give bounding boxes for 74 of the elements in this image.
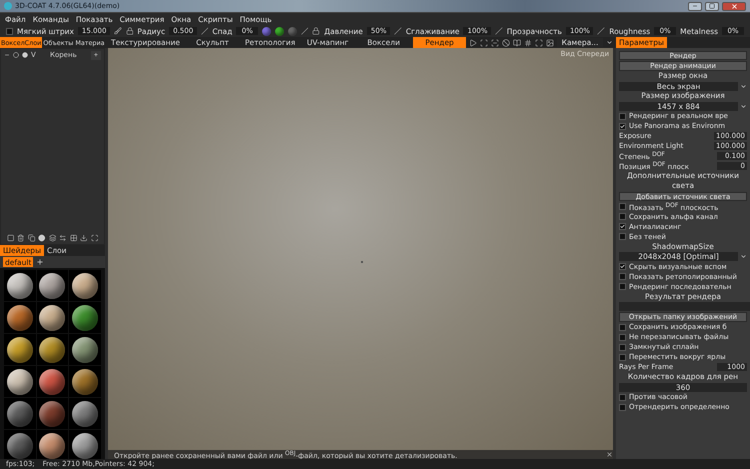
close-icon — [730, 2, 738, 10]
shader-sphere[interactable] — [6, 432, 33, 458]
dropdown-caret-icon[interactable] — [740, 253, 747, 260]
checkbox[interactable] — [619, 344, 626, 350]
play-icon[interactable] — [468, 38, 477, 46]
circle-icon[interactable] — [13, 52, 19, 58]
grid-icon[interactable] — [70, 234, 78, 242]
checkbox[interactable] — [619, 354, 626, 360]
lock-icon[interactable] — [126, 27, 134, 35]
shader-sphere[interactable] — [39, 304, 66, 330]
shader-sphere[interactable] — [39, 432, 66, 458]
dropdown-caret-icon[interactable] — [740, 102, 747, 110]
shader-sphere[interactable] — [6, 368, 33, 394]
square-icon[interactable] — [7, 234, 14, 242]
checkbox[interactable] — [619, 203, 626, 210]
checkbox[interactable] — [619, 112, 626, 120]
dropdown-caret-icon[interactable] — [606, 39, 613, 46]
checkbox[interactable] — [619, 233, 626, 240]
app-logo-icon — [4, 2, 12, 10]
image-icon[interactable] — [546, 38, 554, 46]
minimize-button[interactable] — [688, 2, 702, 10]
shader-sphere[interactable] — [39, 368, 66, 394]
maximize-button[interactable] — [705, 2, 719, 10]
layers-icon[interactable] — [48, 234, 56, 242]
shader-sphere[interactable] — [72, 304, 98, 330]
checkbox[interactable] — [619, 394, 626, 400]
checkbox[interactable] — [619, 283, 626, 290]
shader-sphere[interactable] — [72, 336, 98, 362]
circle-icon[interactable] — [38, 234, 46, 242]
line-icon[interactable] — [300, 27, 308, 35]
scan-icon[interactable] — [490, 38, 499, 46]
grid-icon[interactable] — [524, 38, 532, 46]
arrows-icon[interactable] — [59, 234, 67, 242]
brush-icon[interactable] — [114, 27, 122, 35]
collapse-icon[interactable] — [4, 52, 10, 58]
line-icon[interactable] — [394, 27, 402, 35]
shader-sphere[interactable] — [6, 336, 33, 362]
line-icon[interactable] — [200, 27, 208, 35]
lock-icon[interactable] — [312, 27, 320, 35]
ban-icon[interactable] — [502, 38, 510, 46]
close-icon[interactable] — [606, 451, 613, 458]
trash-icon[interactable] — [17, 234, 25, 242]
copy-icon[interactable] — [28, 234, 36, 242]
line-icon[interactable] — [597, 27, 606, 35]
line-icon[interactable] — [494, 27, 503, 35]
maximize-icon[interactable] — [534, 38, 543, 46]
book-icon[interactable] — [512, 38, 521, 46]
dropdown-caret-icon[interactable] — [740, 82, 747, 90]
checkbox[interactable] — [6, 28, 13, 34]
checkbox[interactable] — [619, 404, 626, 410]
checkbox[interactable] — [619, 213, 626, 220]
checkbox[interactable] — [619, 324, 626, 330]
shader-sphere[interactable] — [6, 304, 33, 330]
shader-sphere[interactable] — [72, 272, 98, 298]
shader-sphere[interactable] — [39, 336, 66, 362]
shader-sphere[interactable] — [6, 272, 33, 298]
checkbox[interactable] — [619, 263, 626, 270]
checkbox[interactable] — [619, 334, 626, 340]
download-icon[interactable] — [80, 234, 88, 242]
checkbox[interactable] — [619, 122, 626, 130]
shader-sphere[interactable] — [6, 400, 33, 426]
circle-icon[interactable] — [22, 52, 28, 58]
scan-icon[interactable] — [480, 38, 488, 46]
shader-sphere[interactable] — [39, 272, 66, 298]
shader-sphere[interactable] — [72, 432, 98, 458]
add-icon[interactable] — [36, 258, 44, 266]
checkbox[interactable] — [619, 223, 626, 230]
close-button[interactable] — [722, 2, 746, 10]
shader-sphere[interactable] — [72, 400, 98, 426]
maximize-icon — [709, 3, 715, 9]
maximize-icon[interactable] — [90, 234, 98, 242]
minimize-icon — [692, 3, 698, 9]
checkbox[interactable] — [619, 273, 626, 280]
shader-sphere[interactable] — [72, 368, 98, 394]
